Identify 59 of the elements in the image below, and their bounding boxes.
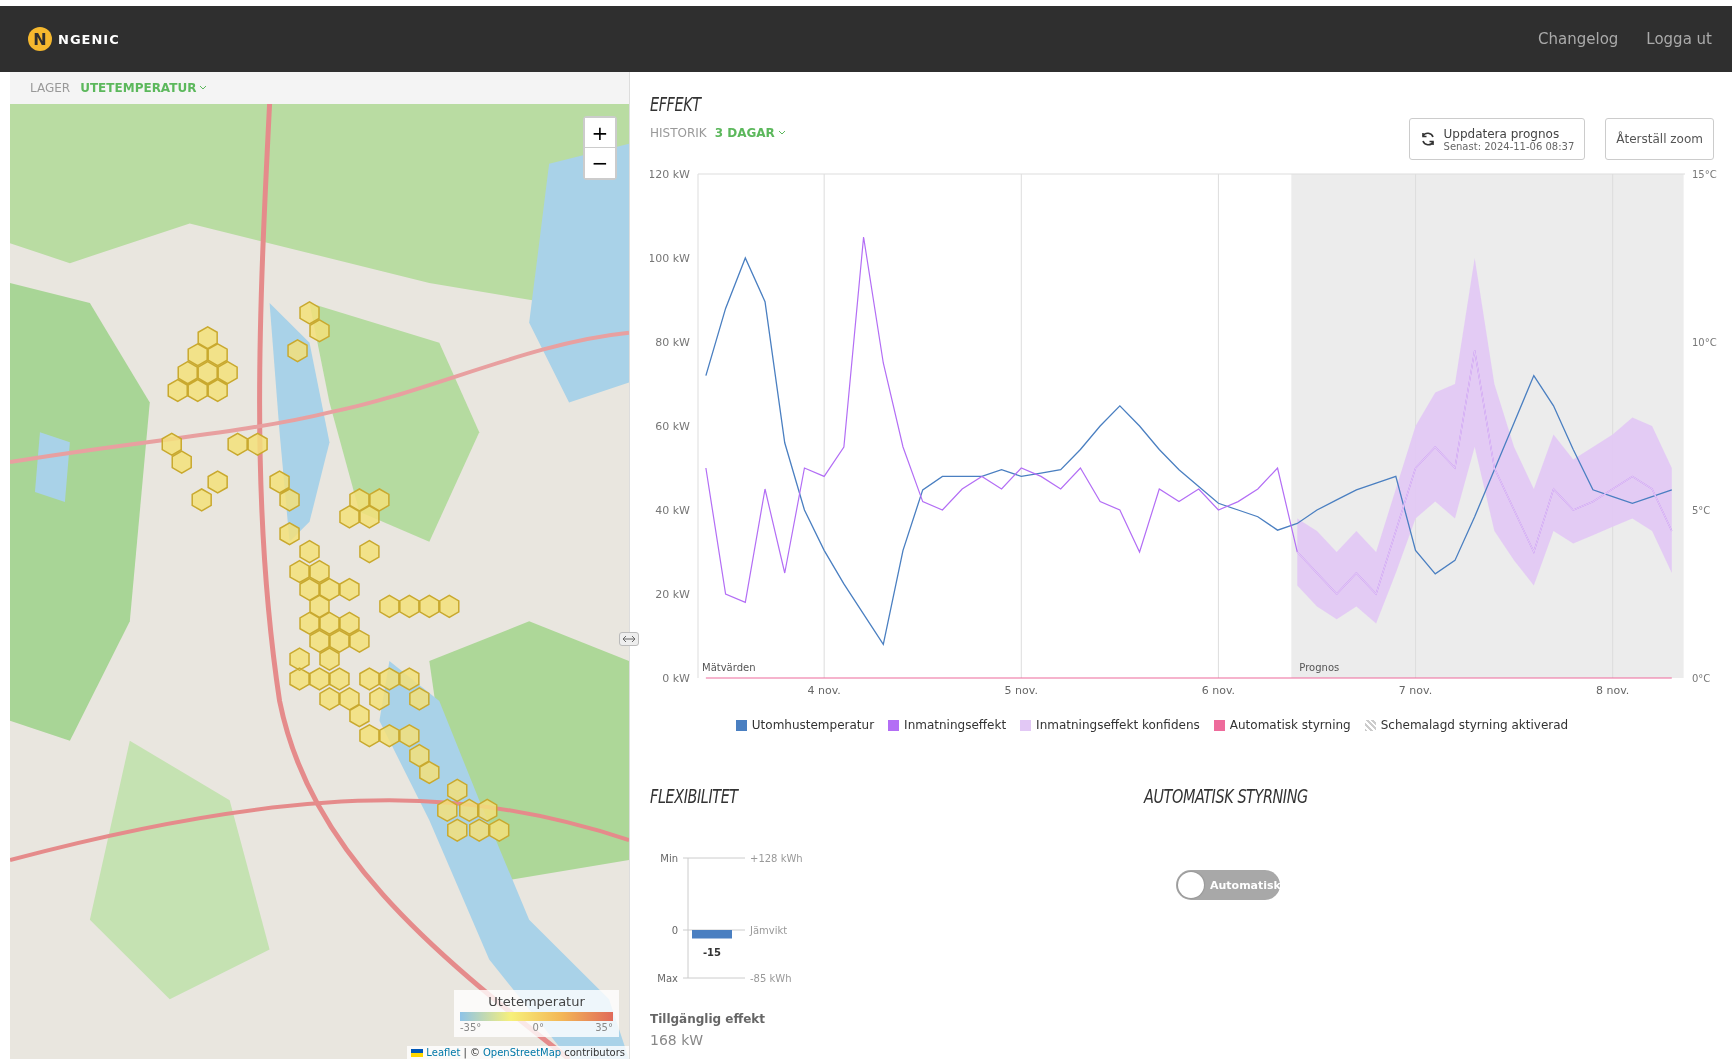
axis-label: 0 kW bbox=[662, 672, 690, 685]
axis-label: 120 kW bbox=[650, 168, 690, 181]
legend-label: 35° bbox=[595, 1022, 613, 1033]
attribution-text: contributors bbox=[564, 1047, 625, 1058]
available-power-value: 168 kW bbox=[650, 1032, 705, 1048]
axis-label: 5 nov. bbox=[1004, 684, 1038, 697]
axis-label: Jämvikt bbox=[750, 925, 788, 936]
legend-item[interactable]: Inmatningseffekt konfidens bbox=[1020, 718, 1200, 732]
legend-item[interactable]: Automatisk styrning bbox=[1213, 718, 1351, 732]
update-forecast-button[interactable]: Uppdatera prognos Senast: 2024-11-06 08:37 bbox=[1408, 118, 1586, 160]
axis-label: 7 nov. bbox=[1398, 684, 1433, 697]
refresh-icon bbox=[1419, 131, 1436, 147]
chart-annotation: Prognos bbox=[1299, 662, 1340, 673]
axis-label: 5°C bbox=[1692, 505, 1711, 516]
legend-item[interactable]: Utomhustemperatur bbox=[735, 718, 875, 732]
chevron-icon bbox=[777, 130, 786, 136]
axis-label: 100 kW bbox=[650, 252, 690, 265]
axis-label: 6 nov. bbox=[1201, 684, 1236, 697]
attribution-text: | © bbox=[463, 1047, 480, 1058]
axis-label: 80 kW bbox=[655, 336, 690, 349]
resize-icon bbox=[622, 635, 636, 643]
available-power-label: Tillgänglig effekt bbox=[650, 1012, 767, 1026]
legend-title: Utetemperatur bbox=[488, 994, 585, 1009]
leaflet-link[interactable]: Leaflet bbox=[426, 1047, 461, 1058]
axis-label: 15°C bbox=[1692, 169, 1717, 180]
nav-link[interactable]: Changelog bbox=[1538, 30, 1619, 48]
legend-item[interactable]: Schemalagd styrning aktiverad bbox=[1364, 718, 1569, 732]
section-title: AUTOMATISK STYRNING bbox=[1144, 784, 1308, 808]
section-title: FLEXIBILITET bbox=[650, 784, 740, 808]
axis-label: 10°C bbox=[1692, 337, 1717, 348]
axis-label: 4 nov. bbox=[807, 684, 841, 697]
axis-label: 60 kW bbox=[655, 420, 690, 433]
legend-item[interactable]: Inmatningseffekt bbox=[888, 718, 1007, 732]
resize-handle[interactable] bbox=[619, 632, 639, 646]
axis-label: +128 kWh bbox=[750, 853, 803, 864]
flexibility-bar bbox=[692, 930, 732, 939]
chart-annotation: Mätvärden bbox=[702, 662, 756, 673]
flag-icon bbox=[411, 1048, 424, 1057]
axis-label: 40 kW bbox=[655, 504, 690, 517]
zoom-in-button[interactable]: + bbox=[585, 118, 615, 148]
axis-label: 8 nov. bbox=[1596, 684, 1630, 697]
history-label: HISTORIK bbox=[650, 126, 707, 140]
logo-icon: N bbox=[28, 27, 52, 51]
legend-label: -35° bbox=[460, 1022, 482, 1033]
axis-label: -85 kWh bbox=[750, 973, 792, 984]
section-title: EFFEKT bbox=[650, 92, 703, 116]
bar-value-label: -15 bbox=[702, 946, 722, 958]
axis-label: 0°C bbox=[1692, 673, 1711, 684]
nav-link[interactable]: Logga ut bbox=[1646, 30, 1712, 48]
legend-label: 0° bbox=[532, 1022, 544, 1033]
osm-link[interactable]: OpenStreetMap bbox=[483, 1047, 562, 1058]
axis-label: Max bbox=[657, 973, 678, 984]
axis-label: 0 bbox=[671, 925, 678, 936]
reset-zoom-button[interactable]: Återställ zoom bbox=[1605, 118, 1714, 160]
axis-label: Min bbox=[660, 853, 678, 864]
axis-label: 20 kW bbox=[655, 588, 690, 601]
layer-label: LAGER bbox=[30, 81, 71, 95]
logo-text: NGENIC bbox=[58, 31, 120, 47]
chevron-icon bbox=[199, 85, 208, 91]
